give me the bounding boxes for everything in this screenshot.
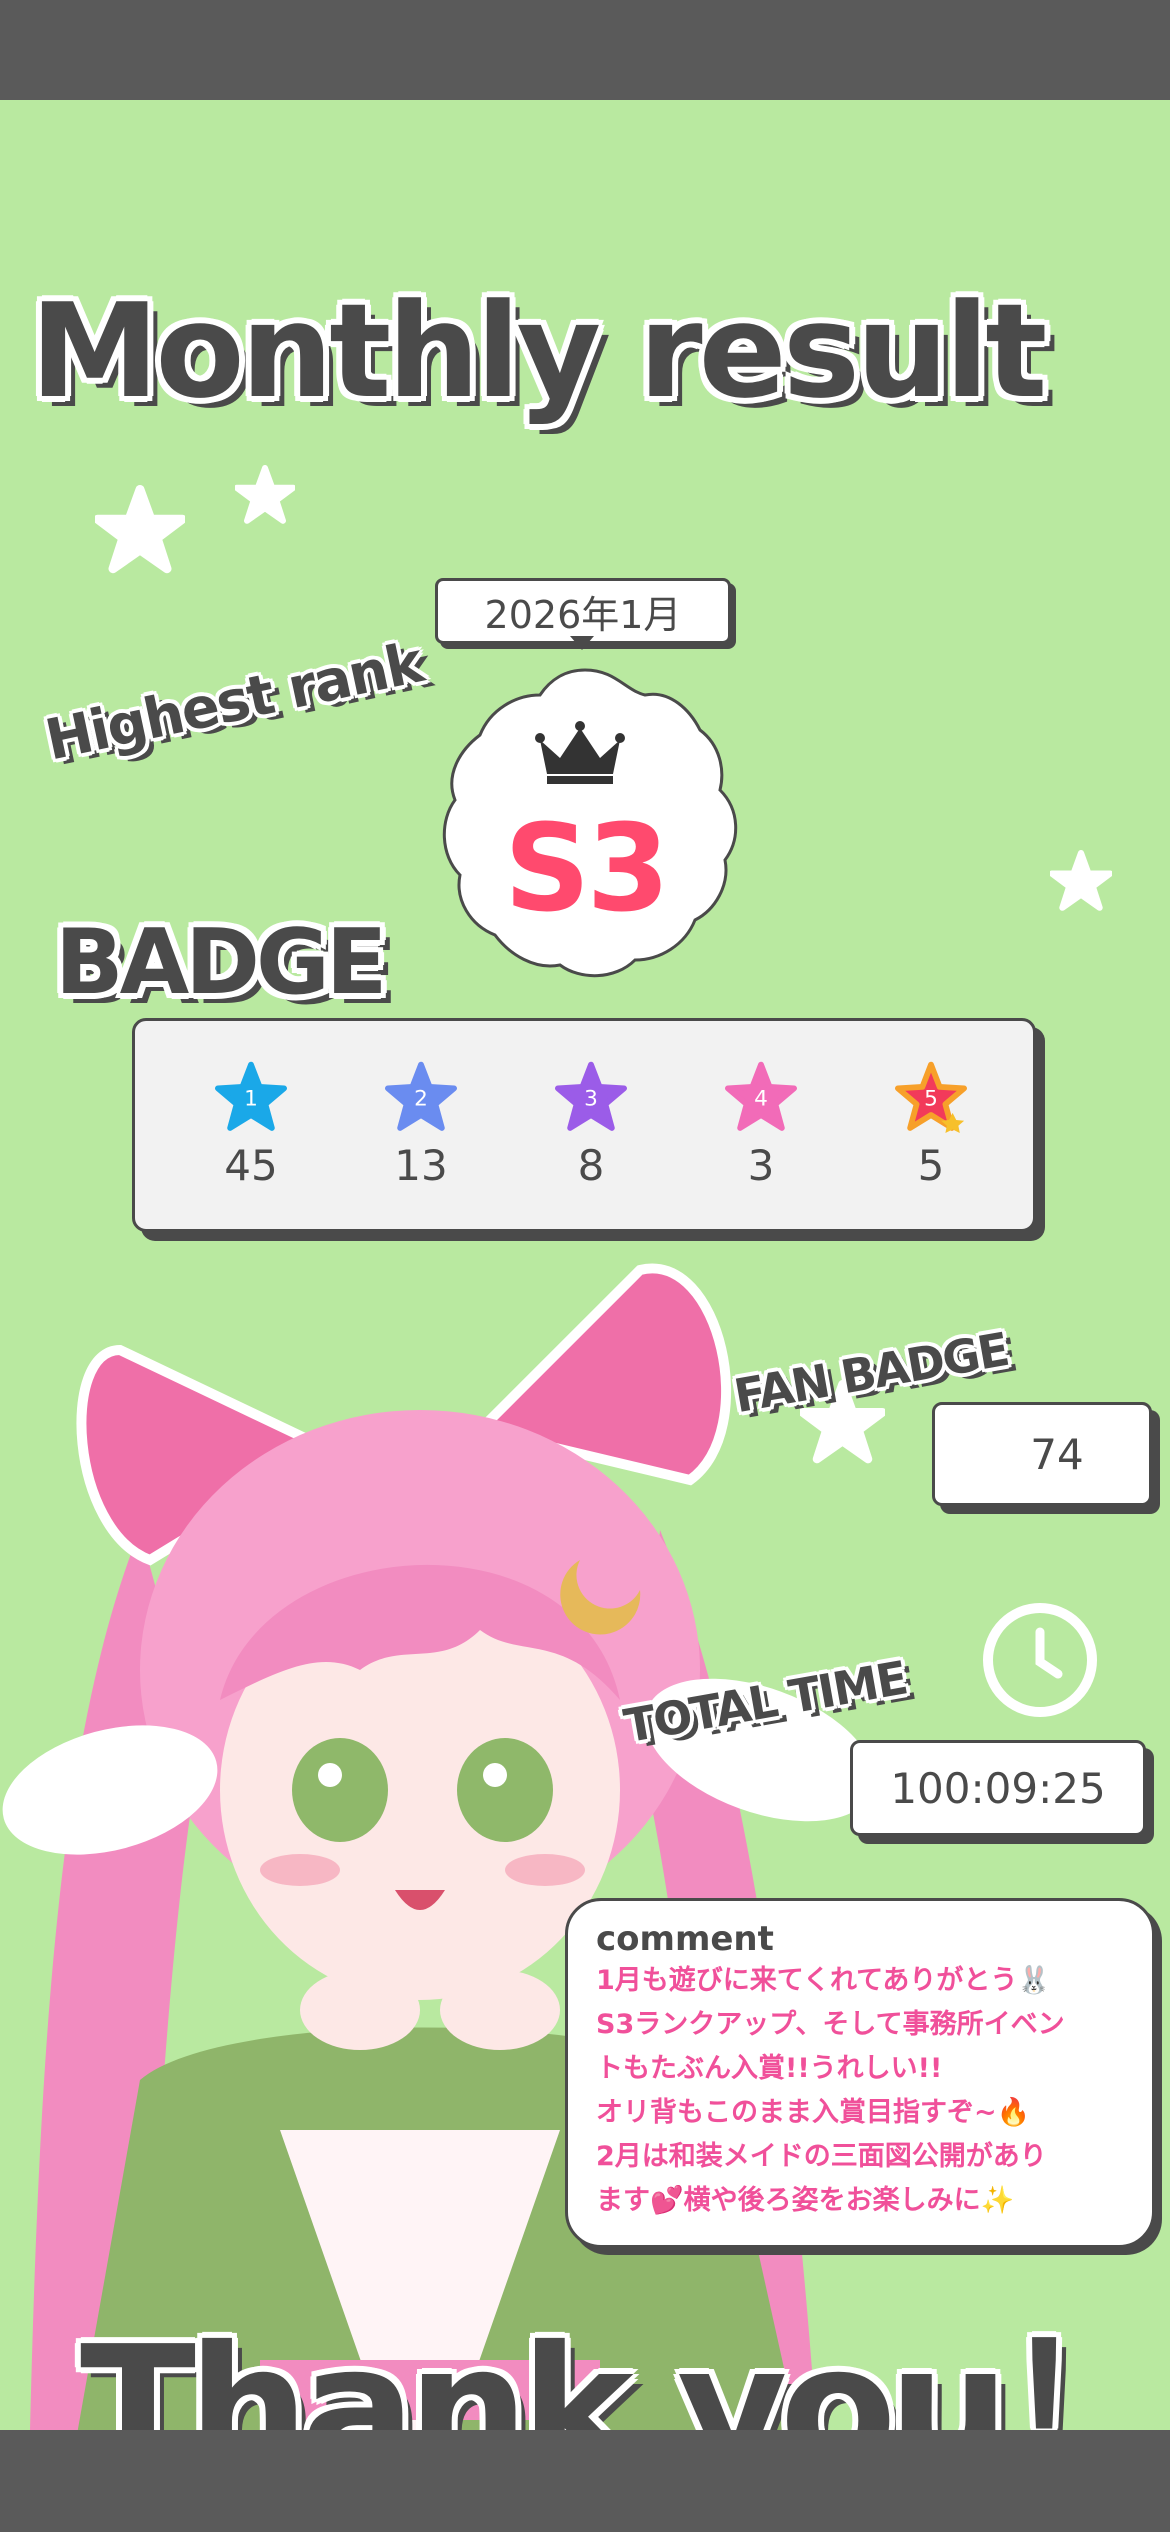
comment-box: comment 1月も遊びに来てくれてありがとう🐰 S3ランクアップ、そして事務… [565, 1898, 1155, 2248]
comment-heading: comment [596, 1919, 774, 1959]
badge-level-5-icon: 5 [895, 1061, 967, 1133]
star-decoration-icon [1050, 850, 1112, 911]
star-decoration-icon [95, 485, 185, 574]
badge-level-1-icon: 1 [215, 1061, 287, 1131]
badge-count: 45 [224, 1141, 278, 1190]
svg-text:2: 2 [414, 1087, 428, 1112]
clock-icon [983, 1603, 1097, 1717]
page-title: Monthly result [30, 275, 1047, 427]
crown-icon [535, 721, 625, 784]
badge-count: 13 [394, 1141, 448, 1190]
star-decoration-icon [235, 465, 295, 524]
thank-you-text: Thank you！ [80, 2310, 1170, 2430]
badge-title: BADGE [55, 910, 387, 1015]
badge-item: 3 8 [531, 1061, 651, 1190]
result-card: Monthly result 2026年1月 Highest rank S3 B… [0, 100, 1170, 2430]
badge-level-2-icon: 2 [385, 1061, 457, 1131]
badge-count: 8 [577, 1141, 605, 1190]
comment-line: 2月は和装メイドの三面図公開があり [596, 2141, 1047, 2172]
svg-text:3: 3 [584, 1087, 598, 1112]
total-time-value: 100:09:25 [850, 1740, 1146, 1836]
badge-item: 1 45 [191, 1061, 311, 1190]
comment-line: ます💕横や後ろ姿をお楽しみに✨ [596, 2185, 1015, 2216]
svg-text:4: 4 [754, 1087, 768, 1112]
comment-line: 1月も遊びに来てくれてありがとう🐰 [596, 1965, 1051, 1996]
fan-badge-value: 74 [932, 1402, 1152, 1506]
badge-item: 2 13 [361, 1061, 481, 1190]
badge-panel: 1 45 2 13 3 8 4 3 5 5 [132, 1018, 1036, 1232]
date-label: 2026年1月 [435, 578, 731, 644]
date-bubble-tail [570, 636, 594, 650]
svg-text:1: 1 [244, 1087, 258, 1112]
bottom-bar [0, 2430, 1170, 2532]
comment-line: S3ランクアップ、そして事務所イベン [596, 2009, 1065, 2040]
badge-level-3-icon: 3 [555, 1061, 627, 1131]
highest-rank-label: Highest rank [40, 630, 428, 774]
comment-line: トもたぶん入賞!!うれしい!! [596, 2053, 943, 2084]
badge-item: 4 3 [701, 1061, 821, 1190]
badge-item: 5 5 [871, 1061, 991, 1190]
svg-text:5: 5 [924, 1087, 938, 1112]
badge-level-4-icon: 4 [725, 1061, 797, 1131]
comment-line: オリ背もこのまま入賞目指すぞ~🔥 [596, 2097, 1031, 2128]
badge-count: 3 [747, 1141, 775, 1190]
top-bar [0, 0, 1170, 100]
highest-rank-value: S3 [504, 800, 670, 939]
badge-count: 5 [917, 1141, 945, 1190]
